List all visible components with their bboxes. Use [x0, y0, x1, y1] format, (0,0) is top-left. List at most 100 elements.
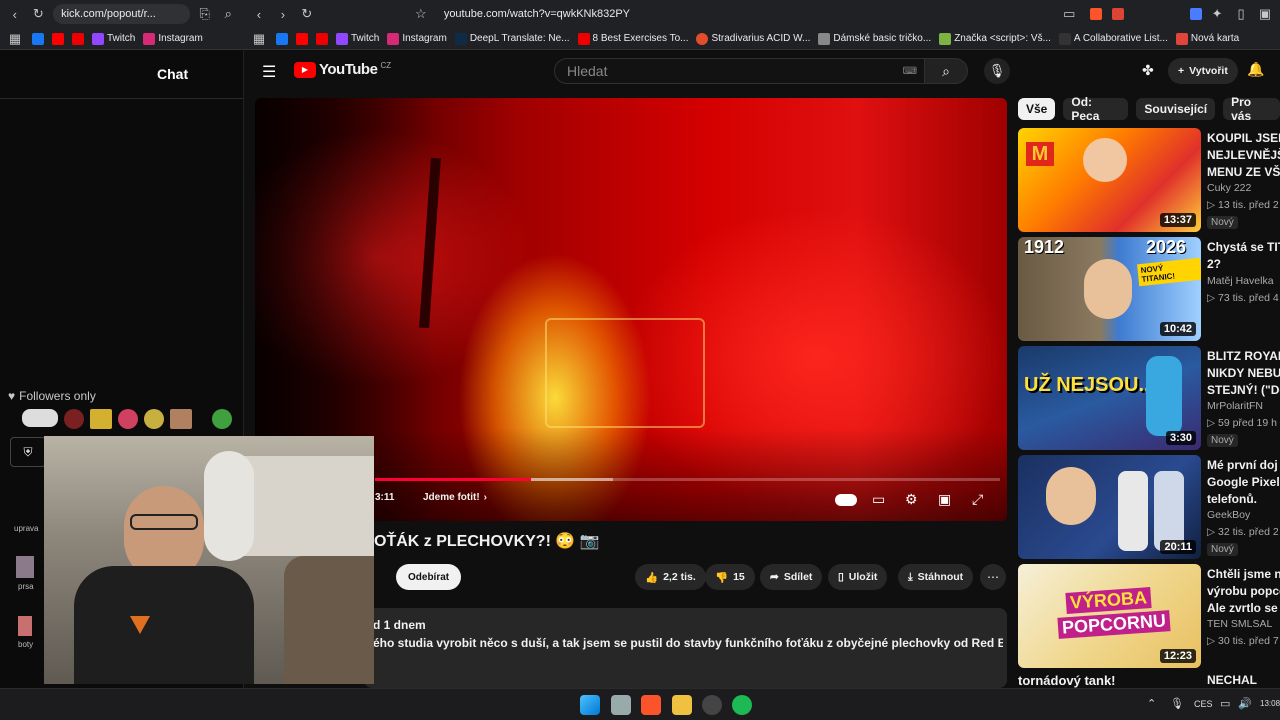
- shield-button[interactable]: ⛨: [10, 437, 46, 467]
- deepl-icon: [454, 32, 467, 45]
- wallet-icon[interactable]: ▣: [1256, 5, 1274, 23]
- share-button[interactable]: ➦ Sdílet: [760, 564, 823, 590]
- bookmark-collab[interactable]: A Collaborative List...: [1058, 32, 1168, 45]
- autoplay-toggle[interactable]: [835, 494, 857, 506]
- task-view-icon[interactable]: [611, 695, 631, 715]
- settings-gear-icon[interactable]: ⚙: [905, 491, 918, 508]
- related-video[interactable]: VÝROBA POPCORNU 12:23 Chtěli jsme na výr…: [1018, 564, 1280, 668]
- more-actions-button[interactable]: ⋯: [980, 564, 1006, 590]
- fullscreen-icon[interactable]: ⤢: [972, 491, 983, 508]
- extension-icon[interactable]: [1190, 8, 1203, 20]
- volume-icon[interactable]: 🔊: [1238, 697, 1252, 710]
- related-video[interactable]: 1912 2026 NOVÝ TITANIC! 10:42 Chystá se …: [1018, 237, 1280, 341]
- bookmark-script[interactable]: Značka <script>: Vš...: [939, 32, 1051, 45]
- emote-icon[interactable]: [64, 409, 84, 429]
- hamburger-menu-icon[interactable]: ☰: [262, 62, 276, 82]
- facebook-icon[interactable]: [276, 32, 288, 45]
- save-button[interactable]: ▯ Uložit: [828, 564, 888, 590]
- progress-bar[interactable]: [375, 478, 1000, 481]
- bookmark-star-icon[interactable]: ☆: [412, 5, 430, 23]
- thumbnail-tag: NOVÝ TITANIC!: [1137, 257, 1201, 287]
- theater-mode-icon[interactable]: ▣: [938, 491, 951, 508]
- brave-rewards-icon[interactable]: [1112, 8, 1125, 20]
- sidebar-icon[interactable]: ▯: [1232, 5, 1250, 23]
- windows-start-icon[interactable]: [580, 695, 600, 715]
- emote-icon[interactable]: [90, 409, 112, 429]
- posted-date: d 1 dnem: [373, 618, 426, 632]
- video-thumbnail: UŽ NEJSOU... 3:30: [1018, 346, 1201, 450]
- language-indicator[interactable]: CES: [1194, 699, 1213, 709]
- back-icon[interactable]: ‹: [250, 5, 268, 23]
- bookmark-exercises[interactable]: 8 Best Exercises To...: [577, 32, 688, 45]
- cast-icon[interactable]: ▭: [1060, 5, 1078, 23]
- translate-icon[interactable]: ⎘: [196, 5, 214, 23]
- description-box[interactable]: d 1 dnem ého studia vyrobit něco s duší,…: [364, 608, 1007, 688]
- youtube-bookmark-icon-2[interactable]: [316, 32, 328, 45]
- puzzle-icon[interactable]: ✦: [1208, 5, 1226, 23]
- chip-from-channel[interactable]: Od: Peca: [1063, 95, 1129, 123]
- left-url-bar[interactable]: kick.com/popout/r...: [53, 4, 190, 24]
- network-icon[interactable]: ▭: [1220, 697, 1230, 710]
- reload-icon[interactable]: ↻: [298, 5, 316, 23]
- reload-icon[interactable]: ↻: [30, 5, 48, 23]
- search-button[interactable]: ⌕: [924, 58, 968, 84]
- youtube-logo[interactable]: ▶ YouTube CZ: [294, 61, 391, 78]
- chip-all[interactable]: Vše: [1018, 98, 1056, 120]
- bookmark-instagram[interactable]: Instagram: [143, 32, 203, 45]
- keyboard-icon[interactable]: ⌨: [903, 66, 917, 77]
- emote-icon[interactable]: [212, 409, 232, 429]
- obs-icon[interactable]: [702, 695, 722, 715]
- subtitles-icon[interactable]: ▭: [872, 491, 885, 508]
- channel-name: TEN SMLSAL: [1207, 618, 1273, 630]
- apps-icon[interactable]: ▦: [6, 30, 24, 48]
- youtube-bookmark-icon[interactable]: [296, 32, 308, 45]
- emote-icon[interactable]: [170, 409, 192, 429]
- bookmark-new-tab[interactable]: Nová karta: [1175, 32, 1239, 45]
- emote-icon[interactable]: [22, 409, 58, 427]
- spotify-icon[interactable]: [732, 695, 752, 715]
- emote-icon[interactable]: [144, 409, 164, 429]
- chapter-button[interactable]: Jdeme fotit! ›: [423, 492, 487, 503]
- bookmark-stradivarius[interactable]: Stradivarius ACID W...: [696, 32, 810, 45]
- related-video[interactable]: 20:11 Mé první doj Google Pixel telefonů…: [1018, 455, 1280, 559]
- related-video[interactable]: M 13:37 KOUPIL JSEM NEJLEVNĚJŠ MENU ZE V…: [1018, 128, 1280, 232]
- bookmark-tricko[interactable]: Dámské basic tričko...: [818, 32, 931, 45]
- clock[interactable]: 13:08: [1260, 699, 1280, 708]
- chip-related[interactable]: Související: [1136, 98, 1216, 120]
- emote-row[interactable]: [22, 409, 232, 429]
- back-icon[interactable]: ‹: [6, 5, 24, 23]
- download-button[interactable]: ⤓ Stáhnout: [898, 564, 974, 590]
- zoom-icon[interactable]: ⌕: [219, 5, 237, 23]
- side-thumb-icon[interactable]: [16, 556, 34, 578]
- side-thumb-icon[interactable]: [18, 616, 32, 636]
- chip-for-you[interactable]: Pro vás: [1223, 95, 1280, 123]
- bookmark-deepl[interactable]: DeepL Translate: Ne...: [454, 32, 570, 45]
- youtube-bookmark-icon-2[interactable]: [72, 32, 84, 45]
- right-url-bar[interactable]: youtube.com/watch?v=qwkKNk832PY: [436, 4, 1014, 24]
- youtube-window: ‹ › ↻ ☆ youtube.com/watch?v=qwkKNk832PY …: [244, 0, 1280, 688]
- brave-shield-icon[interactable]: [1090, 8, 1103, 20]
- thumbnail-text: UŽ NEJSOU...: [1024, 374, 1156, 396]
- apps-icon[interactable]: ▦: [250, 30, 268, 48]
- tray-mic-icon[interactable]: 🎙: [1170, 697, 1184, 710]
- dislike-button[interactable]: 👎 15: [705, 564, 755, 590]
- facebook-icon[interactable]: [32, 32, 44, 45]
- youtube-bookmark-icon[interactable]: [52, 32, 64, 45]
- emote-icon[interactable]: [118, 409, 138, 429]
- notifications-bell-icon[interactable]: 🔔: [1247, 61, 1264, 78]
- file-explorer-icon[interactable]: [672, 695, 692, 715]
- bookmark-twitch[interactable]: Twitch: [336, 32, 379, 45]
- bookmark-twitch[interactable]: Twitch: [92, 32, 135, 45]
- related-video[interactable]: UŽ NEJSOU... 3:30 BLITZ ROYAL NIKDY NEBU…: [1018, 346, 1280, 450]
- tray-chevron-icon[interactable]: ⌃: [1147, 697, 1156, 710]
- forward-icon[interactable]: ›: [274, 5, 292, 23]
- voice-search-button[interactable]: 🎙: [984, 58, 1010, 84]
- cast-extension-icon[interactable]: ✤: [1142, 62, 1154, 79]
- like-button[interactable]: 👍 2,2 tis.: [635, 564, 706, 590]
- create-button[interactable]: + Vytvořit: [1168, 58, 1238, 84]
- subscribe-button[interactable]: Odebírat: [396, 564, 462, 590]
- plus-icon: +: [1178, 65, 1185, 77]
- brave-taskbar-icon[interactable]: [641, 695, 661, 715]
- bookmark-instagram[interactable]: Instagram: [387, 32, 447, 45]
- search-input[interactable]: Hledat ⌨: [554, 58, 954, 84]
